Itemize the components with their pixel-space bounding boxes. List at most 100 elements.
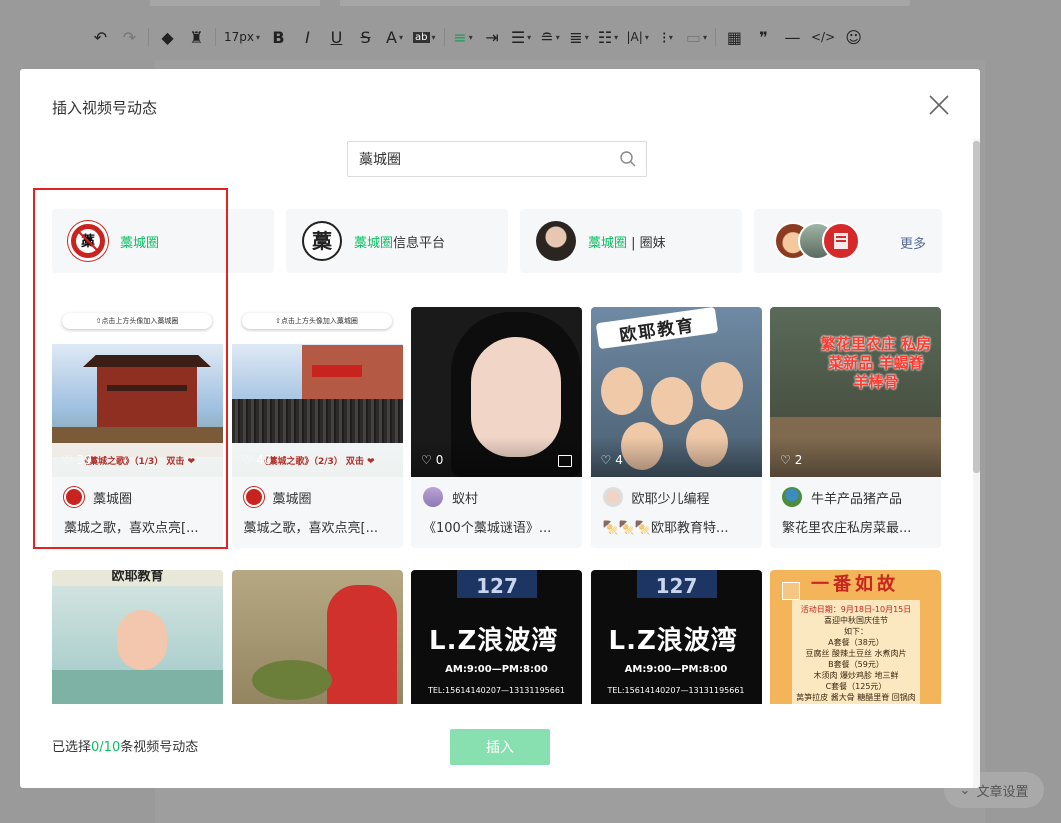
spacing-icon[interactable]: ≣ ▾ bbox=[565, 18, 594, 56]
align-icon[interactable]: ≡ ▾ bbox=[449, 18, 478, 56]
post-author: 藁城圈 bbox=[243, 487, 391, 507]
italic-icon[interactable]: I bbox=[293, 18, 322, 56]
paragraph-spacing-icon[interactable]: ≘ ▾ bbox=[536, 18, 565, 56]
top-tab-1 bbox=[150, 0, 320, 6]
author-name: 藁城圈 bbox=[93, 491, 133, 507]
post-author: 蚁村 bbox=[423, 487, 570, 507]
post-card[interactable]: 一番如故 活动日期：9月18日-10月15日 喜迎中秋国庆佳节 如下： A套餐（… bbox=[770, 570, 941, 704]
post-card[interactable]: 欧耶教育 ♡ 4 欧耶少儿编程 🍢🍢🍢欧耶教育特... bbox=[590, 307, 762, 548]
account-name-highlight: 藁城圈 bbox=[588, 235, 628, 251]
author-avatar bbox=[602, 487, 623, 507]
post-card[interactable]: 127 L.Z浪波湾 AM:9:00—PM:8:00 TEL:156141402… bbox=[411, 570, 582, 704]
table-icon[interactable]: ▦ bbox=[720, 18, 749, 56]
menu-line: A套餐（38元） bbox=[828, 638, 884, 647]
account-card[interactable]: 藁 藁城圈信息平台 bbox=[286, 209, 508, 273]
post-thumbnail: ⇧ 点击上方头像加入藁城圈 《藁城之歌》（1/3） 双击 ❤ ♡ 39 bbox=[52, 307, 223, 477]
selection-prefix: 已选择 bbox=[52, 740, 92, 755]
underline-icon[interactable]: U bbox=[322, 18, 351, 56]
chevron-down-icon: ▾ bbox=[468, 32, 473, 42]
post-meta: 藁城圈 藁城之歌，喜欢点亮[... bbox=[232, 477, 403, 546]
quote-icon[interactable]: ❞ bbox=[749, 18, 778, 56]
shop-phone: TEL:15614140207—13131195661 bbox=[427, 686, 566, 695]
post-card[interactable]: ♡ 0 蚁村 《100个藁城谜语》... bbox=[411, 307, 582, 548]
child-figure bbox=[117, 610, 167, 670]
thumbnail-overlay-text: 欧耶教育 bbox=[52, 570, 223, 586]
post-card[interactable]: 127 L.Z浪波湾 AM:9:00—PM:8:00 TEL:156141402… bbox=[590, 570, 762, 704]
author-avatar bbox=[423, 487, 443, 507]
post-card[interactable]: 繁花里农庄 私房菜新品 羊蝎脊 羊棒骨 ♡ 2 牛羊产品猪产品 繁花里农庄私房菜最… bbox=[770, 307, 941, 548]
building-illustration bbox=[301, 345, 403, 401]
more-accounts-card[interactable]: 更多 bbox=[754, 209, 942, 273]
author-avatar bbox=[243, 487, 264, 507]
menu-title: 一番如故 bbox=[811, 574, 899, 595]
selection-suffix: 条视频号动态 bbox=[120, 740, 199, 755]
author-avatar bbox=[64, 487, 84, 507]
bold-icon[interactable]: B bbox=[264, 18, 293, 56]
heart-icon: ♡ bbox=[780, 453, 791, 467]
account-list: 藁 藁城圈 藁 藁城圈信息平台 藁城圈 | 圈妹 bbox=[52, 209, 942, 273]
highlight-icon[interactable]: ab ▾ bbox=[409, 18, 440, 56]
post-card[interactable]: 欧耶教育 bbox=[52, 570, 223, 704]
font-color-icon[interactable]: A ▾ bbox=[380, 18, 409, 56]
code-icon[interactable]: </> bbox=[807, 18, 839, 56]
account-name: 藁城圈 | 圈妹 bbox=[588, 232, 666, 251]
search-box bbox=[347, 141, 647, 177]
child-figure bbox=[700, 362, 743, 410]
post-description: 《100个藁城谜语》... bbox=[423, 521, 552, 536]
account-card[interactable]: 藁城圈 | 圈妹 bbox=[520, 209, 742, 273]
format-painter-icon[interactable]: ♜ bbox=[182, 18, 211, 56]
select-checkbox[interactable] bbox=[782, 582, 800, 600]
post-thumbnail bbox=[231, 570, 403, 704]
strikethrough-icon[interactable]: S bbox=[351, 18, 380, 56]
shop-hours: AM:9:00—PM:8:00 bbox=[445, 664, 548, 675]
account-avatar bbox=[536, 221, 576, 261]
like-count-value: 2 bbox=[794, 453, 803, 467]
dish-illustration bbox=[251, 660, 332, 700]
chevron-down-icon: ▾ bbox=[644, 32, 649, 42]
post-thumbnail: ♡ 0 bbox=[411, 307, 582, 477]
indent-icon[interactable]: ⇥ bbox=[478, 18, 507, 56]
undo-icon[interactable]: ↶ bbox=[86, 18, 115, 56]
search-icon[interactable] bbox=[619, 150, 637, 168]
border-icon[interactable]: ▭ ▾ bbox=[682, 18, 711, 56]
chevron-down-icon: ▾ bbox=[614, 32, 619, 42]
line-height-icon[interactable]: ☰ ▾ bbox=[507, 18, 536, 56]
shop-logo-text: L.Z浪波湾 bbox=[429, 626, 559, 656]
selection-counter: 已选择0/10条视频号动态 bbox=[52, 736, 198, 755]
post-description: 藁城之歌，喜欢点亮[... bbox=[64, 521, 199, 536]
letter-spacing-icon[interactable]: |A| ▾ bbox=[623, 18, 653, 56]
close-icon[interactable] bbox=[927, 93, 951, 117]
redo-icon[interactable]: ↷ bbox=[115, 18, 144, 56]
insert-button[interactable]: 插入 bbox=[450, 729, 550, 765]
more-link[interactable]: 更多 bbox=[900, 233, 926, 252]
account-avatar: 藁 bbox=[302, 221, 342, 261]
post-card[interactable]: ⇧ 点击上方头像加入藁城圈 《藁城之歌》（1/3） 双击 ❤ ♡ 39 藁城圈 藁城… bbox=[52, 307, 223, 548]
scrollbar-thumb[interactable] bbox=[973, 141, 980, 473]
emoji-icon[interactable]: ☺ bbox=[839, 18, 868, 56]
bullet-list-icon[interactable]: ⁝ ▾ bbox=[653, 18, 682, 56]
divider-icon[interactable]: — bbox=[778, 18, 807, 56]
cover-banner: ⇧ 点击上方头像加入藁城圈 bbox=[62, 313, 212, 329]
search-input[interactable] bbox=[359, 151, 609, 167]
account-name: 藁城圈信息平台 bbox=[354, 232, 445, 251]
post-thumbnail: 一番如故 活动日期：9月18日-10月15日 喜迎中秋国庆佳节 如下： A套餐（… bbox=[770, 570, 941, 704]
font-size-select[interactable]: 17px ▾ bbox=[220, 18, 264, 56]
heart-icon: ♡ bbox=[600, 453, 612, 467]
account-card[interactable]: 藁 藁城圈 bbox=[52, 209, 274, 273]
house-number: 127 bbox=[636, 570, 717, 598]
post-card[interactable] bbox=[231, 570, 403, 704]
house-number: 127 bbox=[457, 570, 537, 598]
svg-text:藁: 藁 bbox=[311, 229, 333, 253]
chevron-down-icon: ▾ bbox=[398, 32, 403, 42]
chevron-down-icon: ▾ bbox=[431, 32, 436, 42]
results-scroll-area[interactable]: 藁 藁城圈 藁 藁城圈信息平台 藁城圈 | 圈妹 bbox=[52, 209, 942, 704]
menu-date: 活动日期：9月18日-10月15日 bbox=[800, 605, 912, 614]
chevron-down-icon: ▾ bbox=[256, 32, 261, 42]
like-count: ♡ 2 bbox=[780, 453, 802, 467]
crowd-illustration bbox=[231, 399, 403, 443]
menu-line: 如下： bbox=[844, 627, 868, 636]
author-name: 欧耶少儿编程 bbox=[631, 491, 710, 507]
post-card[interactable]: ⇧ 点击上方头像加入藁城圈 《藁城之歌》（2/3） 双击 ❤ ♡ 40 藁城圈 藁城… bbox=[231, 307, 403, 548]
list-icon[interactable]: ☷ ▾ bbox=[594, 18, 623, 56]
clear-format-icon[interactable]: ◆ bbox=[153, 18, 182, 56]
